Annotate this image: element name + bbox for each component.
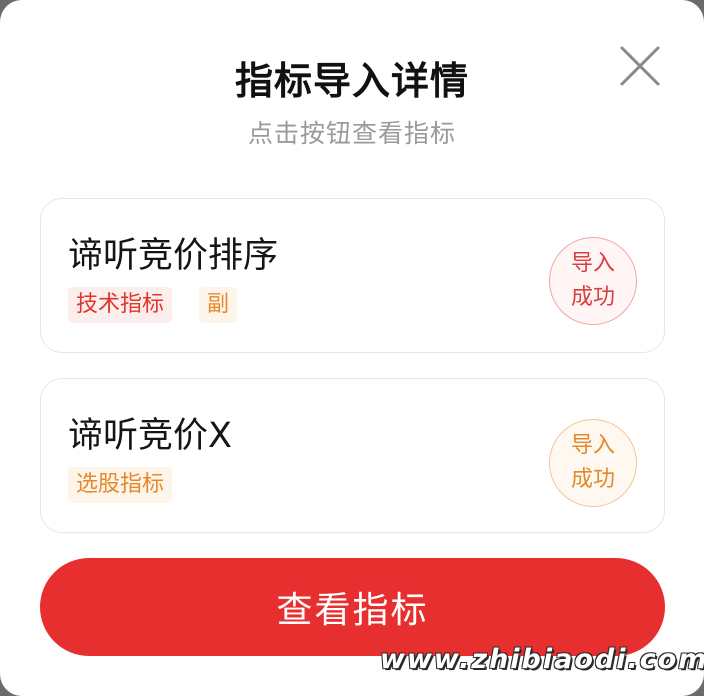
indicator-card[interactable]: 谛听竞价排序 技术指标 副 导入 成功 <box>40 198 665 353</box>
indicator-position-tag: 副 <box>199 287 238 323</box>
import-success-stamp: 导入 成功 <box>549 237 637 325</box>
indicator-card[interactable]: 谛听竞价X 选股指标 导入 成功 <box>40 378 665 533</box>
stamp-line-2: 成功 <box>570 285 615 310</box>
indicator-type-tag: 选股指标 <box>68 467 173 503</box>
close-button[interactable] <box>614 40 666 92</box>
import-success-stamp: 导入 成功 <box>549 419 637 507</box>
watermark: www.zhibiaodi.com <box>380 644 704 675</box>
dialog-title: 指标导入详情 <box>234 59 469 103</box>
stamp-line-1: 导入 <box>570 433 615 458</box>
view-indicators-button[interactable]: 查看指标 <box>40 558 665 656</box>
indicator-name: 谛听竞价X <box>68 416 232 456</box>
indicator-type-tag: 技术指标 <box>68 287 173 323</box>
close-icon <box>620 46 660 86</box>
dialog-subtitle: 点击按钮查看指标 <box>247 119 456 148</box>
stamp-line-1: 导入 <box>570 251 615 276</box>
stamp-line-2: 成功 <box>570 467 615 492</box>
indicator-import-dialog: 指标导入详情 点击按钮查看指标 谛听竞价排序 技术指标 副 导入 成功 谛听竞价… <box>0 0 704 696</box>
indicator-name: 谛听竞价排序 <box>68 236 279 276</box>
